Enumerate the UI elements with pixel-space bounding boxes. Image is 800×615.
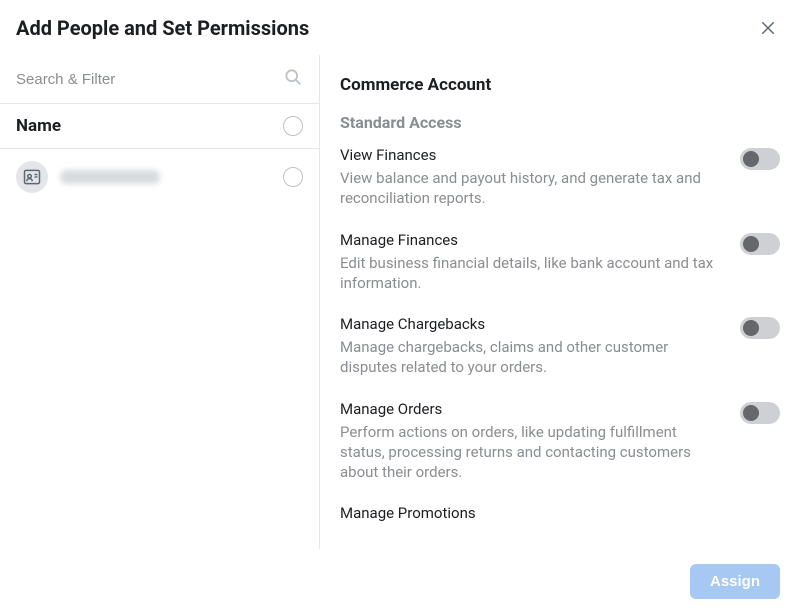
permission-view-finances: View Finances View balance and payout hi…	[340, 146, 780, 209]
person-icon	[22, 167, 42, 187]
toggle-manage-orders[interactable]	[740, 402, 780, 424]
search-input[interactable]	[16, 71, 283, 88]
toggle-manage-finances[interactable]	[740, 233, 780, 255]
select-person-radio[interactable]	[283, 167, 303, 187]
permission-title: Manage Chargebacks	[340, 315, 724, 333]
toggle-knob	[743, 320, 759, 336]
permission-title: Manage Orders	[340, 400, 724, 418]
toggle-view-finances[interactable]	[740, 148, 780, 170]
subsection-title: Standard Access	[340, 113, 780, 132]
permissions-panel[interactable]: Commerce Account Standard Access View Fi…	[320, 55, 800, 549]
close-icon	[759, 19, 777, 37]
permission-manage-chargebacks: Manage Chargebacks Manage chargebacks, c…	[340, 315, 780, 378]
person-name-redacted	[60, 170, 160, 184]
section-title: Commerce Account	[340, 75, 780, 95]
permission-manage-promotions: Manage Promotions	[340, 504, 780, 526]
permission-manage-orders: Manage Orders Perform actions on orders,…	[340, 400, 780, 483]
permission-description: View balance and payout history, and gen…	[340, 168, 724, 209]
list-item[interactable]	[0, 149, 319, 205]
permission-description: Perform actions on orders, like updating…	[340, 422, 724, 483]
permission-title: Manage Promotions	[340, 504, 780, 522]
dialog-title: Add People and Set Permissions	[16, 16, 309, 40]
dialog-header: Add People and Set Permissions	[0, 0, 800, 54]
close-button[interactable]	[756, 16, 780, 40]
people-panel: Name	[0, 55, 320, 549]
select-all-radio[interactable]	[283, 116, 303, 136]
permission-description: Edit business financial details, like ba…	[340, 253, 724, 294]
permission-manage-finances: Manage Finances Edit business financial …	[340, 231, 780, 294]
search-icon	[283, 67, 303, 91]
dialog-footer: Assign	[0, 552, 800, 615]
toggle-knob	[743, 236, 759, 252]
name-header-label: Name	[16, 116, 61, 136]
permission-title: View Finances	[340, 146, 724, 164]
dialog-content: Name Commerce Account Standard Access Vi…	[0, 54, 800, 549]
permission-title: Manage Finances	[340, 231, 724, 249]
toggle-manage-chargebacks[interactable]	[740, 317, 780, 339]
toggle-knob	[743, 151, 759, 167]
avatar	[16, 161, 48, 193]
assign-button[interactable]: Assign	[690, 564, 780, 599]
toggle-knob	[743, 405, 759, 421]
search-row	[0, 55, 319, 104]
permission-description: Manage chargebacks, claims and other cus…	[340, 337, 724, 378]
name-column-header: Name	[0, 104, 319, 149]
